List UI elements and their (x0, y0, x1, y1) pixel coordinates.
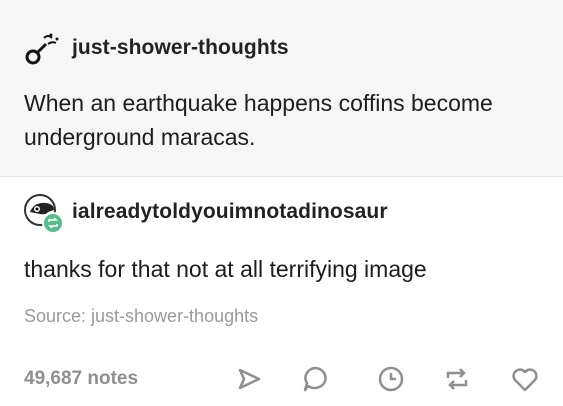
reblog-icon[interactable] (442, 364, 472, 394)
like-heart-icon[interactable] (510, 364, 540, 394)
shower-head-icon[interactable] (24, 30, 60, 66)
source-label: Source: just-shower-thoughts (24, 306, 259, 326)
post-footer: 49,687 notes (24, 362, 544, 398)
reblog-badge-icon (42, 212, 64, 234)
original-post-text: When an earthquake happens coffins becom… (24, 90, 493, 150)
reply-text: thanks for that not at all terrifying im… (24, 256, 427, 282)
reply-header: ialreadytoldyouimnotadinosaur (24, 194, 388, 234)
original-post-header: just-shower-thoughts (24, 30, 289, 66)
source-link[interactable]: Source: just-shower-thoughts (24, 306, 258, 327)
reply-username[interactable]: ialreadytoldyouimnotadinosaur (72, 200, 388, 224)
queue-clock-icon[interactable] (376, 364, 406, 394)
notes-count[interactable]: 49,687 notes (24, 368, 138, 390)
dinosaur-avatar-icon[interactable] (24, 194, 64, 234)
original-post-username[interactable]: just-shower-thoughts (72, 36, 289, 60)
share-icon[interactable] (234, 364, 264, 394)
reply-icon[interactable] (300, 364, 330, 394)
